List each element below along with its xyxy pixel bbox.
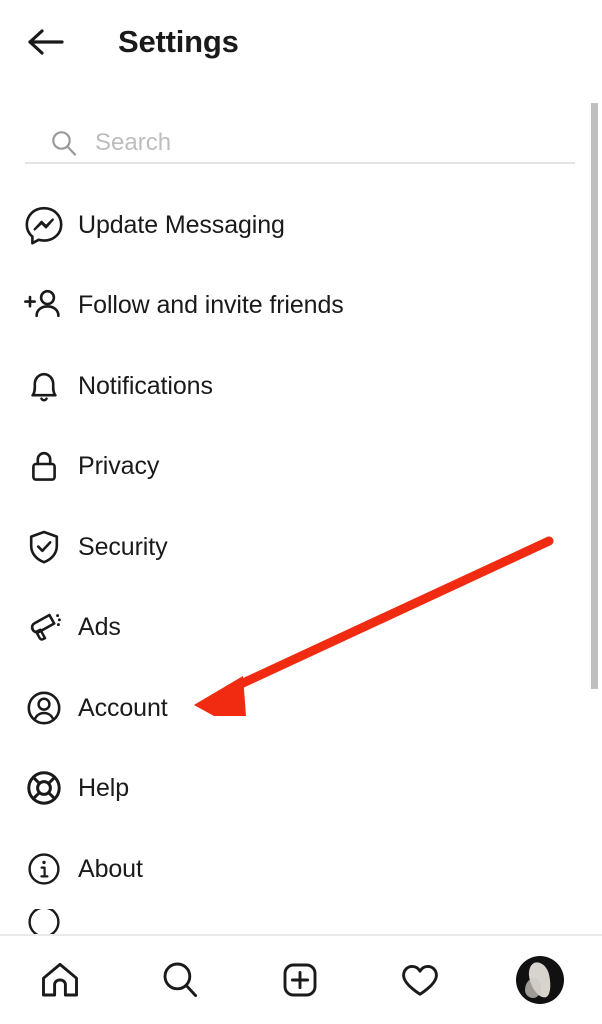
settings-item-partial[interactable]	[0, 909, 586, 935]
instagram-settings-screen: Settings Update Messaging	[0, 0, 602, 1024]
settings-item-ads[interactable]: Ads	[0, 587, 586, 667]
settings-item-label: Update Messaging	[78, 210, 285, 239]
nav-search-button[interactable]	[120, 936, 240, 1024]
settings-item-follow-and-invite-friends[interactable]: Follow and invite friends	[0, 265, 586, 345]
nav-home-button[interactable]	[0, 936, 120, 1024]
partial-icon	[22, 909, 66, 935]
back-arrow-icon	[28, 29, 64, 55]
settings-item-privacy[interactable]: Privacy	[0, 426, 586, 506]
megaphone-icon	[22, 605, 66, 649]
search-icon	[163, 962, 198, 998]
add-person-icon	[22, 283, 66, 327]
settings-item-label: Notifications	[78, 371, 213, 400]
nav-profile-button[interactable]	[480, 936, 600, 1024]
settings-item-update-messaging[interactable]: Update Messaging	[0, 185, 586, 265]
scrollbar-track[interactable]	[591, 100, 598, 692]
home-icon	[42, 962, 78, 997]
heart-icon	[402, 964, 438, 996]
avatar	[516, 956, 564, 1004]
settings-item-help[interactable]: Help	[0, 748, 586, 828]
messenger-icon	[22, 203, 66, 247]
bell-icon	[22, 364, 66, 408]
plus-square-icon	[283, 963, 317, 997]
settings-item-label: Follow and invite friends	[78, 290, 344, 319]
settings-list: Update Messaging Follow and invite frien…	[0, 185, 602, 935]
settings-item-label: About	[78, 854, 143, 883]
account-circle-icon	[22, 686, 66, 730]
settings-item-security[interactable]: Security	[0, 507, 586, 587]
search-field[interactable]	[25, 122, 575, 164]
settings-item-label: Account	[78, 693, 168, 722]
avatar-figure-shadow	[525, 978, 541, 998]
lock-icon	[22, 444, 66, 488]
search-underline	[25, 162, 575, 164]
settings-item-label: Ads	[78, 612, 121, 641]
page-title: Settings	[118, 24, 239, 59]
nav-create-button[interactable]	[240, 936, 360, 1024]
shield-check-icon	[22, 525, 66, 569]
header-bar: Settings	[0, 0, 602, 88]
search-input[interactable]	[95, 129, 535, 157]
lifebuoy-icon	[22, 766, 66, 810]
settings-item-notifications[interactable]: Notifications	[0, 346, 586, 426]
settings-item-label: Help	[78, 773, 130, 802]
settings-item-label: Privacy	[78, 451, 160, 480]
bottom-navigation-bar	[0, 936, 602, 1024]
search-icon	[47, 126, 81, 160]
nav-activity-button[interactable]	[360, 936, 480, 1024]
scrollbar-thumb[interactable]	[591, 103, 598, 689]
settings-item-label: Security	[78, 532, 168, 561]
info-circle-icon	[22, 847, 66, 891]
settings-item-account[interactable]: Account	[0, 668, 586, 748]
back-button[interactable]	[22, 18, 70, 66]
settings-item-about[interactable]: About	[0, 829, 586, 909]
